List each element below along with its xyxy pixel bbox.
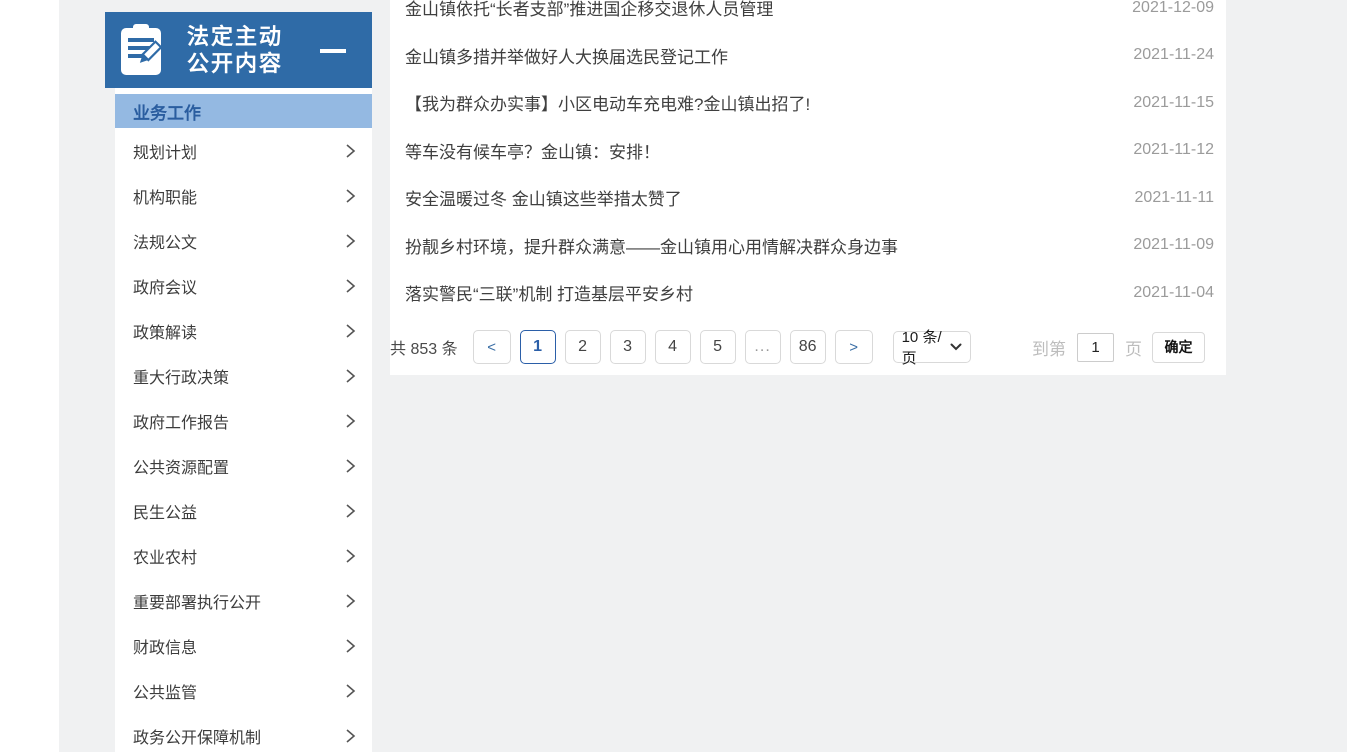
news-row[interactable]: 扮靓乡村环境，提升群众满意——金山镇用心用情解决群众身边事 2021-11-09: [390, 222, 1226, 270]
chevron-right-icon: [344, 143, 356, 159]
chevron-right-icon: [344, 188, 356, 204]
news-date: 2021-11-09: [1133, 236, 1214, 254]
sidebar-item-label: 公共监管: [133, 679, 197, 703]
news-title-link[interactable]: 等车没有候车亭？金山镇：安排！: [405, 138, 1113, 163]
page-button-5[interactable]: 5: [700, 330, 736, 364]
sidebar-item-11[interactable]: 财政信息: [115, 623, 372, 668]
sidebar-item-0[interactable]: 规划计划: [115, 128, 372, 173]
page-button-86[interactable]: 86: [790, 330, 826, 364]
chevron-right-icon: [344, 593, 356, 609]
sidebar-item-1[interactable]: 机构职能: [115, 173, 372, 218]
sidebar-item-9[interactable]: 农业农村: [115, 533, 372, 578]
sidebar: 法定主动 公开内容 业务工作 规划计划 机构职能 法规公文 政府会议 政策解读: [105, 12, 372, 752]
news-row[interactable]: 【我为群众办实事】小区电动车充电难?金山镇出招了! 2021-11-15: [390, 79, 1226, 127]
sidebar-item-label: 政府工作报告: [133, 409, 229, 433]
news-title-link[interactable]: 金山镇多措并举做好人大换届选民登记工作: [405, 43, 1113, 68]
chevron-right-icon: [344, 683, 356, 699]
clipboard-edit-icon: [118, 24, 164, 81]
prev-page-button[interactable]: <: [473, 330, 511, 364]
left-white-strip: [0, 0, 59, 752]
page-button-4[interactable]: 4: [655, 330, 691, 364]
news-title-link[interactable]: 安全温暖过冬 金山镇这些举措太赞了: [405, 185, 1115, 210]
chevron-right-icon: [344, 728, 356, 744]
news-date: 2021-11-24: [1133, 46, 1214, 64]
sidebar-item-label: 财政信息: [133, 634, 197, 658]
sidebar-item-6[interactable]: 政府工作报告: [115, 398, 372, 443]
total-count-label: 共 853 条: [390, 335, 458, 359]
sidebar-item-label: 政府会议: [133, 274, 197, 298]
sidebar-item-label: 民生公益: [133, 499, 197, 523]
news-date: 2021-11-15: [1133, 94, 1214, 112]
pagination-bar: 共 853 条 < 1 2 3 4 5 ... 86 > 10 条/页 到第 页…: [390, 330, 1226, 364]
news-row[interactable]: 金山镇依托“长者支部”推进国企移交退休人员管理 2021-12-09: [390, 0, 1226, 32]
sidebar-item-8[interactable]: 民生公益: [115, 488, 372, 533]
sidebar-item-5[interactable]: 重大行政决策: [115, 353, 372, 398]
next-page-button[interactable]: >: [835, 330, 873, 364]
page-button-1[interactable]: 1: [520, 330, 556, 364]
sidebar-item-2[interactable]: 法规公文: [115, 218, 372, 263]
chevron-right-icon: [344, 413, 356, 429]
sidebar-menu: 业务工作 规划计划 机构职能 法规公文 政府会议 政策解读 重大行政决策 政府工…: [115, 88, 372, 752]
sidebar-title-line2: 公开内容: [187, 50, 283, 77]
page-button-3[interactable]: 3: [610, 330, 646, 364]
sidebar-item-label: 政务公开保障机制: [133, 724, 261, 748]
sidebar-item-4[interactable]: 政策解读: [115, 308, 372, 353]
chevron-right-icon: [344, 368, 356, 384]
page-button-2[interactable]: 2: [565, 330, 601, 364]
goto-suffix-label: 页: [1125, 335, 1142, 360]
chevron-right-icon: [344, 548, 356, 564]
goto-page-input[interactable]: [1077, 333, 1114, 362]
minus-collapse-icon[interactable]: [320, 49, 346, 53]
sidebar-item-12[interactable]: 公共监管: [115, 668, 372, 713]
sidebar-item-7[interactable]: 公共资源配置: [115, 443, 372, 488]
sidebar-item-3[interactable]: 政府会议: [115, 263, 372, 308]
news-panel: 金山镇依托“长者支部”推进国企移交退休人员管理 2021-12-09 金山镇多措…: [390, 0, 1226, 375]
news-title-link[interactable]: 落实警民“三联”机制 打造基层平安乡村: [405, 280, 1113, 305]
chevron-right-icon: [344, 458, 356, 474]
sidebar-item-label: 机构职能: [133, 184, 197, 208]
sidebar-item-label: 重大行政决策: [133, 364, 229, 388]
news-title-link[interactable]: 金山镇依托“长者支部”推进国企移交退休人员管理: [405, 0, 1112, 20]
chevron-down-icon: [950, 343, 962, 351]
page-ellipsis-button[interactable]: ...: [745, 330, 781, 364]
news-date: 2021-11-11: [1135, 189, 1214, 207]
sidebar-item-10[interactable]: 重要部署执行公开: [115, 578, 372, 623]
page-size-select[interactable]: 10 条/页: [893, 331, 971, 363]
chevron-right-icon: [344, 503, 356, 519]
news-date: 2021-11-04: [1133, 284, 1214, 302]
confirm-button[interactable]: 确定: [1152, 332, 1205, 363]
sidebar-item-label: 农业农村: [133, 544, 197, 568]
sidebar-item-label: 法规公文: [133, 229, 197, 253]
news-title-link[interactable]: 【我为群众办实事】小区电动车充电难?金山镇出招了!: [405, 90, 1113, 115]
chevron-right-icon: [344, 278, 356, 294]
sidebar-item-label: 规划计划: [133, 139, 197, 163]
chevron-right-icon: [344, 233, 356, 249]
sidebar-item-label: 政策解读: [133, 319, 197, 343]
sidebar-item-13[interactable]: 政务公开保障机制: [115, 713, 372, 752]
chevron-right-icon: [344, 323, 356, 339]
sidebar-item-active[interactable]: 业务工作: [115, 94, 372, 128]
goto-prefix-label: 到第: [1032, 335, 1066, 360]
sidebar-item-label: 重要部署执行公开: [133, 589, 261, 613]
news-row[interactable]: 安全温暖过冬 金山镇这些举措太赞了 2021-11-11: [390, 174, 1226, 222]
chevron-right-icon: [344, 638, 356, 654]
news-date: 2021-11-12: [1133, 141, 1214, 159]
news-title-link[interactable]: 扮靓乡村环境，提升群众满意——金山镇用心用情解决群众身边事: [405, 233, 1113, 258]
news-date: 2021-12-09: [1132, 0, 1214, 17]
news-row[interactable]: 落实警民“三联”机制 打造基层平安乡村 2021-11-04: [390, 269, 1226, 317]
sidebar-header: 法定主动 公开内容: [105, 12, 372, 88]
goto-page-group: 到第 页 确定: [1032, 332, 1205, 363]
page-size-value: 10 条/页: [902, 326, 950, 368]
sidebar-item-label: 公共资源配置: [133, 454, 229, 478]
sidebar-title: 法定主动 公开内容: [187, 23, 283, 77]
sidebar-title-line1: 法定主动: [187, 23, 283, 50]
sidebar-item-label: 业务工作: [133, 99, 201, 124]
news-row[interactable]: 金山镇多措并举做好人大换届选民登记工作 2021-11-24: [390, 32, 1226, 80]
news-row[interactable]: 等车没有候车亭？金山镇：安排！ 2021-11-12: [390, 127, 1226, 175]
news-list: 金山镇依托“长者支部”推进国企移交退休人员管理 2021-12-09 金山镇多措…: [390, 0, 1226, 317]
